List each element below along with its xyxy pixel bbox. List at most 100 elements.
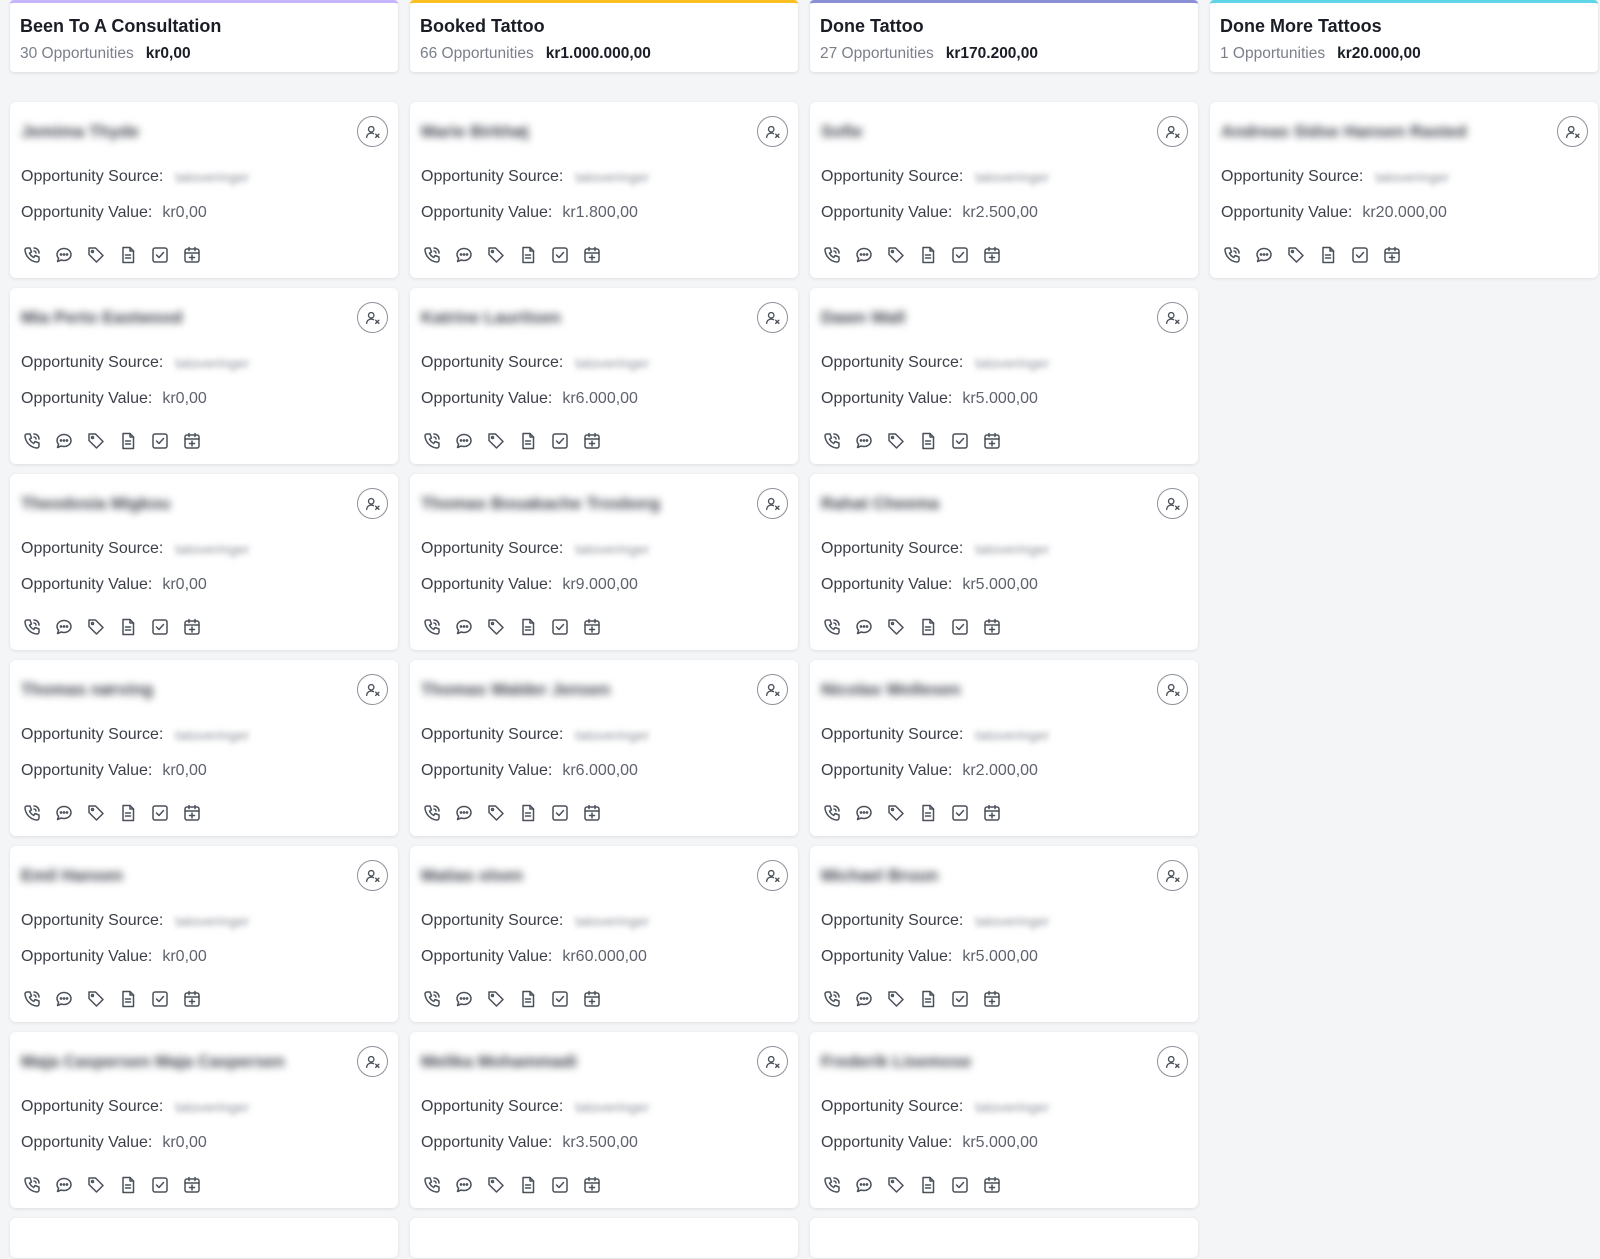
tag-button[interactable] [885, 988, 906, 1009]
phone-button[interactable] [21, 1174, 42, 1195]
tag-button[interactable] [485, 1174, 506, 1195]
tag-button[interactable] [885, 244, 906, 265]
phone-button[interactable] [21, 616, 42, 637]
unassigned-user-button[interactable] [757, 1046, 788, 1077]
contact-name[interactable]: Rahat Cheema [821, 494, 939, 514]
calendar-add-button[interactable] [181, 988, 202, 1009]
unassigned-user-button[interactable] [757, 116, 788, 147]
tag-button[interactable] [885, 1174, 906, 1195]
contact-name[interactable]: Emil Hansen [21, 866, 123, 886]
unassigned-user-button[interactable] [357, 674, 388, 705]
tag-button[interactable] [85, 430, 106, 451]
task-checkbox-button[interactable] [549, 430, 570, 451]
message-button[interactable] [853, 988, 874, 1009]
document-button[interactable] [517, 616, 538, 637]
phone-button[interactable] [421, 802, 442, 823]
tag-button[interactable] [485, 802, 506, 823]
message-button[interactable] [53, 1174, 74, 1195]
opportunity-card[interactable]: Thomas Bouakache Trosborg Opportunity So… [410, 474, 798, 650]
tag-button[interactable] [485, 430, 506, 451]
calendar-add-button[interactable] [981, 430, 1002, 451]
unassigned-user-button[interactable] [357, 116, 388, 147]
calendar-add-button[interactable] [181, 1174, 202, 1195]
opportunity-card[interactable]: Mia Perto Eastwood Opportunity Source: t… [10, 288, 398, 464]
tag-button[interactable] [885, 430, 906, 451]
opportunity-card[interactable]: Katrine Lauritsen Opportunity Source: ta… [410, 288, 798, 464]
opportunity-card[interactable]: Maja Caspersen Maja Caspersen Opportunit… [10, 1032, 398, 1208]
message-button[interactable] [453, 802, 474, 823]
calendar-add-button[interactable] [981, 802, 1002, 823]
calendar-add-button[interactable] [581, 244, 602, 265]
tag-button[interactable] [885, 616, 906, 637]
task-checkbox-button[interactable] [549, 802, 570, 823]
tag-button[interactable] [85, 616, 106, 637]
unassigned-user-button[interactable] [757, 302, 788, 333]
task-checkbox-button[interactable] [149, 802, 170, 823]
calendar-add-button[interactable] [981, 1174, 1002, 1195]
document-button[interactable] [917, 430, 938, 451]
phone-button[interactable] [421, 988, 442, 1009]
unassigned-user-button[interactable] [357, 302, 388, 333]
document-button[interactable] [117, 430, 138, 451]
document-button[interactable] [917, 802, 938, 823]
opportunity-card[interactable]: Theodosia Migkou Opportunity Source: tat… [10, 474, 398, 650]
phone-button[interactable] [421, 430, 442, 451]
contact-name[interactable]: Dawn Wall [821, 308, 905, 328]
calendar-add-button[interactable] [981, 244, 1002, 265]
task-checkbox-button[interactable] [949, 244, 970, 265]
opportunity-card[interactable]: Thomas Walder Jensen Opportunity Source:… [410, 660, 798, 836]
contact-name[interactable]: Nicolas Wollesen [821, 680, 961, 700]
message-button[interactable] [53, 988, 74, 1009]
unassigned-user-button[interactable] [1557, 116, 1588, 147]
document-button[interactable] [117, 1174, 138, 1195]
task-checkbox-button[interactable] [949, 988, 970, 1009]
contact-name[interactable]: Mia Perto Eastwood [21, 308, 183, 328]
contact-name[interactable]: Andreas Sidse Hansen Rasted [1221, 122, 1467, 142]
phone-button[interactable] [821, 802, 842, 823]
message-button[interactable] [853, 616, 874, 637]
calendar-add-button[interactable] [181, 430, 202, 451]
unassigned-user-button[interactable] [1157, 674, 1188, 705]
phone-button[interactable] [421, 616, 442, 637]
document-button[interactable] [517, 1174, 538, 1195]
message-button[interactable] [853, 430, 874, 451]
contact-name[interactable]: Maja Caspersen Maja Caspersen [21, 1052, 285, 1072]
phone-button[interactable] [21, 988, 42, 1009]
message-button[interactable] [53, 616, 74, 637]
contact-name[interactable]: Thomas Bouakache Trosborg [421, 494, 660, 514]
calendar-add-button[interactable] [181, 616, 202, 637]
message-button[interactable] [453, 430, 474, 451]
phone-button[interactable] [21, 802, 42, 823]
unassigned-user-button[interactable] [757, 488, 788, 519]
task-checkbox-button[interactable] [549, 1174, 570, 1195]
phone-button[interactable] [1221, 244, 1242, 265]
calendar-add-button[interactable] [181, 802, 202, 823]
calendar-add-button[interactable] [581, 988, 602, 1009]
tag-button[interactable] [85, 1174, 106, 1195]
contact-name[interactable]: Thomas nørving [21, 680, 153, 700]
calendar-add-button[interactable] [581, 1174, 602, 1195]
document-button[interactable] [917, 988, 938, 1009]
document-button[interactable] [917, 616, 938, 637]
opportunity-card[interactable]: Nicolas Wollesen Opportunity Source: tat… [810, 660, 1198, 836]
document-button[interactable] [117, 616, 138, 637]
phone-button[interactable] [421, 244, 442, 265]
document-button[interactable] [517, 244, 538, 265]
phone-button[interactable] [821, 1174, 842, 1195]
document-button[interactable] [117, 988, 138, 1009]
message-button[interactable] [53, 802, 74, 823]
message-button[interactable] [853, 802, 874, 823]
unassigned-user-button[interactable] [1157, 116, 1188, 147]
calendar-add-button[interactable] [581, 430, 602, 451]
contact-name[interactable]: Matias olsen [421, 866, 523, 886]
unassigned-user-button[interactable] [757, 860, 788, 891]
tag-button[interactable] [85, 802, 106, 823]
phone-button[interactable] [21, 430, 42, 451]
document-button[interactable] [117, 244, 138, 265]
task-checkbox-button[interactable] [949, 430, 970, 451]
task-checkbox-button[interactable] [1349, 244, 1370, 265]
task-checkbox-button[interactable] [149, 988, 170, 1009]
unassigned-user-button[interactable] [1157, 302, 1188, 333]
opportunity-card-partial[interactable] [410, 1218, 798, 1258]
tag-button[interactable] [485, 244, 506, 265]
